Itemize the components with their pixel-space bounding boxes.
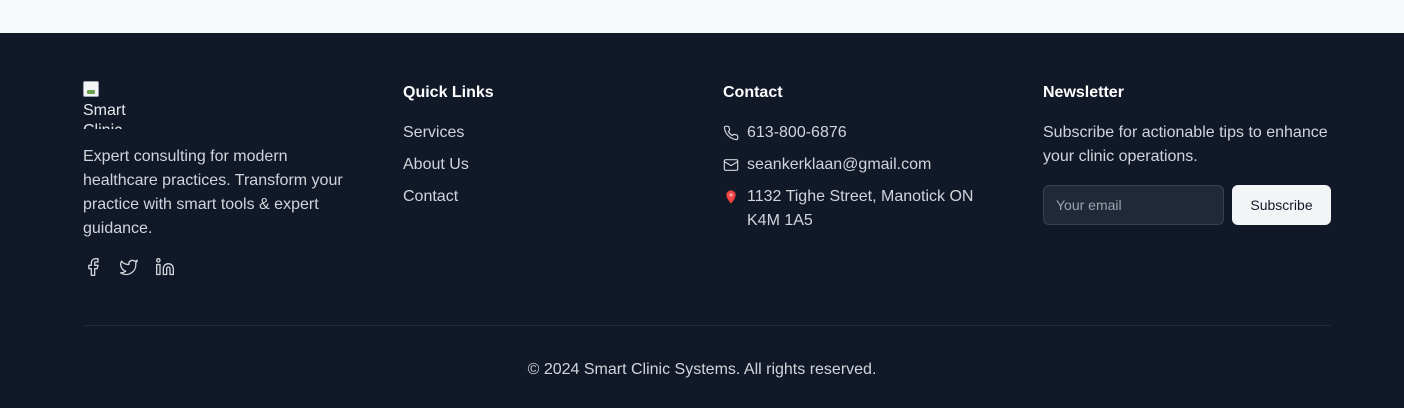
quick-links-heading: Quick Links <box>403 84 494 101</box>
footer-divider <box>83 325 1331 326</box>
link-about-us[interactable]: About Us <box>403 153 693 177</box>
contact-heading: Contact <box>723 84 783 101</box>
footer-quick-links-column: Quick Links Services About Us Contact <box>403 81 693 217</box>
brand-description: Expert consulting for modern healthcare … <box>83 148 343 237</box>
contact-address: 1132 Tighe Street, Manotick ON K4M 1A5 <box>723 185 993 233</box>
site-footer: Smart Clinic Expert consulting for moder… <box>0 33 1404 408</box>
footer-contact-column: Contact 613-800-6876 seankerklaan@gmail.… <box>723 81 993 241</box>
social-links <box>83 257 363 277</box>
facebook-icon[interactable] <box>83 257 103 277</box>
quick-links-list: Services About Us Contact <box>403 121 693 209</box>
footer-brand-column: Smart Clinic Expert consulting for moder… <box>83 81 363 277</box>
copyright-text: © 2024 Smart Clinic Systems. All rights … <box>527 361 877 378</box>
broken-image-icon <box>83 81 99 97</box>
logo[interactable]: Smart Clinic <box>83 81 143 129</box>
link-contact[interactable]: Contact <box>403 185 693 209</box>
phone-icon <box>723 121 739 145</box>
newsletter-heading: Newsletter <box>1043 84 1124 101</box>
newsletter-form: Subscribe <box>1043 185 1333 225</box>
contact-phone: 613-800-6876 <box>723 121 993 145</box>
link-services[interactable]: Services <box>403 121 693 145</box>
linkedin-icon[interactable] <box>155 257 175 277</box>
contact-email: seankerklaan@gmail.com <box>723 153 993 177</box>
mail-icon <box>723 153 739 177</box>
footer-newsletter-column: Newsletter Subscribe for actionable tips… <box>1043 81 1333 225</box>
twitter-icon[interactable] <box>119 257 139 277</box>
email-text[interactable]: seankerklaan@gmail.com <box>747 153 931 177</box>
contact-list: 613-800-6876 seankerklaan@gmail.com 1132… <box>723 121 993 233</box>
subscribe-button[interactable]: Subscribe <box>1232 185 1331 225</box>
newsletter-email-input[interactable] <box>1043 185 1224 225</box>
map-pin-icon <box>723 185 739 209</box>
logo-alt-text: Smart Clinic <box>83 102 126 129</box>
page-content-bottom <box>0 0 1404 33</box>
phone-text[interactable]: 613-800-6876 <box>747 121 847 145</box>
address-text: 1132 Tighe Street, Manotick ON K4M 1A5 <box>747 188 974 229</box>
newsletter-description: Subscribe for actionable tips to enhance… <box>1043 124 1328 165</box>
